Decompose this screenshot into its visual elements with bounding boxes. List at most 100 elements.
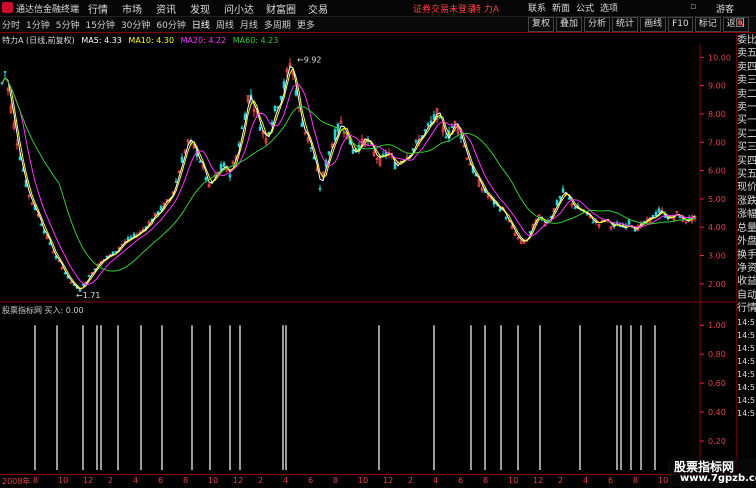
period-tab-0[interactable]: 分时 [2, 18, 20, 31]
quote-label-12: 涨跌 [737, 195, 756, 207]
period-tab-4[interactable]: 30分钟 [121, 18, 150, 31]
candle-body [381, 154, 385, 157]
x-label-24: 6 [608, 476, 614, 485]
candle-body [240, 127, 244, 129]
candle-body [633, 229, 637, 232]
x-label-4: 2 [108, 476, 114, 485]
quote-label-17: 净资 [737, 262, 756, 274]
candle-body [180, 156, 184, 163]
menu-zixun[interactable]: 资讯 [156, 1, 190, 16]
period-tab-7[interactable]: 周线 [216, 18, 234, 31]
low-price-label: ←1.71 [76, 291, 101, 300]
candle-body [87, 275, 91, 278]
period-tab-6[interactable]: 日线 [192, 18, 210, 31]
x-label-18: 6 [458, 476, 464, 485]
tool-tongji[interactable]: 统计 [612, 17, 639, 32]
window-controls-icon[interactable]: ▫︎ [690, 2, 700, 12]
kline-chart[interactable]: 10.00 9.00 8.00 7.00 6.00 5.00 4.00 3.00 2.00 ←9.… [0, 44, 736, 474]
candle-body [657, 208, 661, 213]
y-tick-label-1: 9.00 [708, 82, 726, 91]
quote-label-18: 收益 [737, 276, 756, 288]
candle-body [42, 230, 46, 234]
menu-wenxiaoda[interactable]: 问小达 [224, 1, 266, 16]
x-label-17: 4 [433, 476, 439, 485]
menu-xinmian[interactable]: 新面 [552, 1, 576, 14]
menu-gongshi[interactable]: 公式 [576, 1, 600, 14]
period-tab-3[interactable]: 15分钟 [85, 18, 114, 31]
candle-body [51, 251, 55, 254]
menu-shichang[interactable]: 市场 [122, 1, 156, 16]
menu-hangqing[interactable]: 行情 [88, 1, 122, 16]
y-tick-label-8: 2.00 [708, 280, 726, 289]
menu-faxian[interactable]: 发现 [190, 1, 224, 16]
period-tab-5[interactable]: 60分钟 [156, 18, 185, 31]
period-tab-9[interactable]: 多周期 [264, 18, 291, 31]
candle-body [327, 151, 331, 155]
x-label-2: 10 [58, 476, 69, 485]
quote-label-13: 涨幅 [737, 209, 756, 221]
menu-lianxi[interactable]: 联系 [528, 1, 552, 14]
quote-label-3: 卖三 [737, 75, 756, 87]
tool-fenxi[interactable]: 分析 [584, 17, 611, 32]
x-label-22: 2 [558, 476, 564, 485]
x-label-13: 8 [333, 476, 339, 485]
y-tick-label-0: 10.00 [708, 53, 731, 62]
tick-time-3: 14:5 [737, 356, 755, 366]
login-notice[interactable]: 证券交易未登录 [413, 2, 476, 15]
x-label-6: 6 [158, 476, 164, 485]
candle-body [300, 122, 304, 128]
period-tab-1[interactable]: 1分钟 [26, 18, 50, 31]
candle-body [318, 188, 322, 190]
candle-body [3, 71, 7, 73]
tick-time-0: 14:5 [737, 317, 755, 327]
tick-time-5: 14:5 [737, 382, 755, 392]
candle-body [222, 162, 226, 167]
menu-xuanxiang[interactable]: 选项 [600, 1, 624, 14]
candle-body [258, 127, 262, 131]
candle-body [504, 217, 508, 219]
x-label-7: 8 [183, 476, 189, 485]
x-label-21: 12 [533, 476, 544, 485]
candle-body [426, 123, 430, 126]
candle-body [438, 116, 442, 119]
candle-body [555, 200, 559, 206]
stock-name: 特 力A [472, 5, 500, 15]
y-tick-label-3: 7.00 [708, 138, 726, 147]
tool-huaxian[interactable]: 画线 [640, 17, 667, 32]
period-tabs: 分时 1分钟 5分钟 15分钟 30分钟 60分钟 日线 周线 月线 多周期 更多 [2, 18, 321, 31]
x-label-1: 8 [33, 476, 39, 485]
menu-jiaoyi[interactable]: 交易 [308, 1, 342, 16]
candle-body [219, 164, 223, 170]
candle-body [450, 126, 454, 129]
guest-label[interactable]: 游客 [716, 2, 734, 15]
candle-body [654, 211, 658, 217]
quote-label-10: 买五 [737, 169, 756, 181]
tool-f10[interactable]: F10 [668, 17, 693, 32]
candle-body [459, 136, 463, 139]
quote-label-0: 委比 [737, 35, 756, 46]
quote-label-15: 外盘 [737, 236, 756, 248]
candle-body [573, 207, 577, 209]
tool-biaoji[interactable]: 标记 [694, 17, 721, 32]
y-tick-label-2: 8.00 [708, 110, 726, 119]
ind-tick-label-4: 0.20 [708, 437, 726, 446]
watermark-url: www.7gpzb.com [680, 473, 756, 484]
quote-label-4: 卖二 [737, 88, 756, 100]
right-menu: 联系 新面 公式 选项 [528, 1, 624, 14]
candle-body [273, 105, 277, 112]
period-tab-2[interactable]: 5分钟 [56, 18, 80, 31]
period-tab-10[interactable]: 更多 [297, 18, 315, 31]
x-label-10: 2 [258, 476, 264, 485]
candle-body [228, 174, 232, 178]
menu-caifuquan[interactable]: 财富圈 [266, 1, 308, 16]
tool-fanhui[interactable]: 返回 [722, 17, 749, 32]
period-tab-8[interactable]: 月线 [240, 18, 258, 31]
tool-fuquan[interactable]: 复权 [528, 17, 555, 32]
candle-body [309, 147, 313, 149]
candle-body [498, 208, 502, 212]
quote-label-11: 现价 [737, 182, 756, 194]
candle-body [132, 233, 136, 237]
tool-diejia[interactable]: 叠加 [556, 17, 583, 32]
indicator-buy-value: 买入: 0.00 [44, 306, 84, 315]
x-label-23: 4 [583, 476, 589, 485]
